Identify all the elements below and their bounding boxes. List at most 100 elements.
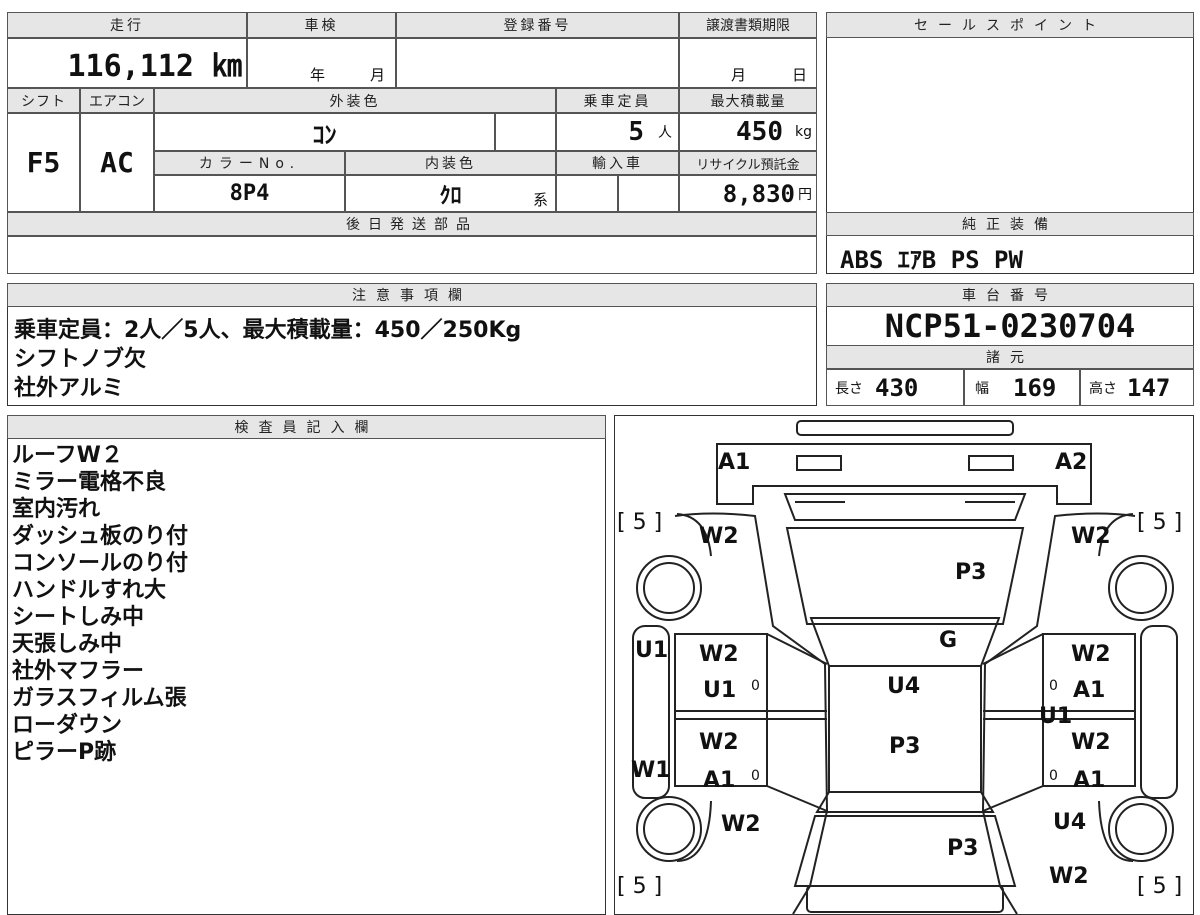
interior-value: ｸﾛ	[439, 183, 462, 209]
inspector-lines: ルーフW２ ミラー電格不良 室内汚れ ダッシュ板のり付 コンソールのり付 ハンド…	[12, 442, 188, 766]
interior-unit: 系	[533, 191, 549, 209]
inspector-line: ダッシュ板のり付	[12, 524, 189, 549]
later-parts-header: 後日発送部品	[7, 212, 817, 236]
later-parts-cell	[7, 236, 817, 274]
zero-marker: 0	[1049, 678, 1058, 694]
car-diagram-panel: A1 A2 [ 5 ] [ 5 ] W2 W2 P3 G U1 W2 W2 U1…	[614, 415, 1194, 915]
color-extra-cell	[495, 113, 556, 151]
damage-w2-front-right: W2	[1071, 524, 1111, 549]
height-value: 147	[1127, 373, 1171, 402]
mileage-cell: 116,112 ㎞	[7, 38, 247, 88]
import-cell-b	[618, 175, 679, 212]
inspector-header: 検査員記入欄	[7, 415, 606, 439]
import-cell-a	[556, 175, 618, 212]
recycle-value: 8,830	[722, 179, 795, 208]
inspector-line: シートしみ中	[12, 605, 145, 630]
inspector-line: ガラスフィルム張	[12, 686, 187, 711]
interior-cell: ｸﾛ	[345, 175, 556, 212]
zero-marker: 0	[751, 768, 760, 784]
width-value: 169	[1013, 373, 1057, 402]
damage-a1-right-front-door: A1	[1073, 678, 1106, 703]
damage-u4-roof: U4	[887, 674, 921, 699]
damage-w2-rear-left: W2	[721, 812, 761, 837]
capacity-unit: 人	[658, 125, 672, 141]
length-cell: 長さ 430	[826, 369, 964, 406]
zero-marker: 0	[751, 678, 760, 694]
damage-w2-right-front-door: W2	[1071, 642, 1111, 667]
notes-line-3: 社外アルミ	[14, 376, 124, 401]
transfer-deadline-header: 譲渡書類期限	[679, 12, 817, 38]
interior-header: 内装色	[345, 151, 556, 175]
tire-rear-left: [ 5 ]	[617, 874, 663, 899]
ac-value: AC	[100, 146, 134, 179]
recycle-unit: 円	[798, 186, 812, 203]
damage-a1-right-rear-door: A1	[1073, 768, 1106, 793]
registration-cell	[396, 38, 679, 88]
chassis-value: NCP51-0230704	[884, 307, 1136, 345]
notes-line-2: シフトノブ欠	[14, 347, 147, 372]
damage-a2-front-right: A2	[1055, 450, 1088, 475]
tire-front-left: [ 5 ]	[617, 510, 663, 535]
capacity-cell: 5 人	[556, 113, 679, 151]
zero-marker: 0	[1049, 768, 1058, 784]
inspector-line: 社外マフラー	[12, 659, 145, 684]
damage-p3-trunk: P3	[947, 836, 979, 861]
recycle-cell: 8,830 円	[679, 175, 817, 212]
color-header: 外装色	[154, 88, 556, 113]
damage-w2-right-rear-door: W2	[1071, 730, 1111, 755]
maxload-header: 最大積載量	[679, 88, 817, 113]
chassis-value-cell: NCP51-0230704	[826, 307, 1194, 345]
registration-header: 登録番号	[396, 12, 679, 38]
shift-value: F5	[26, 146, 61, 179]
notes-line-1: 乗車定員：2人／5人、最大積載量：450／250Kg	[14, 318, 522, 343]
damage-w1-left-sill: W1	[631, 758, 671, 783]
damage-p3-hood: P3	[955, 560, 987, 585]
colorno-cell: 8P4	[154, 175, 345, 212]
color-value: ｺﾝ	[312, 120, 337, 149]
inspector-line: コンソールのり付	[12, 551, 189, 576]
damage-u4-rear-right: U4	[1053, 810, 1087, 835]
tire-front-right: [ 5 ]	[1137, 510, 1183, 535]
import-header: 輸入車	[556, 151, 679, 175]
spec-header: 諸元	[826, 345, 1194, 369]
damage-a1-left-rear-door: A1	[703, 768, 736, 793]
damage-p3-roof: P3	[889, 734, 921, 759]
mileage-value: 116,112 ㎞	[67, 49, 243, 84]
inspector-line: 天張しみ中	[12, 632, 123, 657]
recycle-header: リサイクル預託金	[679, 151, 817, 175]
chassis-header: 車台番号	[826, 283, 1194, 307]
inspector-line: 室内汚れ	[12, 497, 101, 522]
damage-g-windshield: G	[939, 628, 958, 653]
ac-header: エアコン	[80, 88, 154, 113]
inspector-line: ミラー電格不良	[12, 470, 167, 495]
inspector-line: ローダウン	[12, 713, 123, 738]
sales-point-header: セールスポイント	[826, 12, 1194, 38]
length-label: 長さ	[835, 380, 863, 397]
transfer-day: 日	[792, 66, 808, 84]
maxload-cell: 450 kg	[679, 113, 817, 151]
notes-header: 注意事項欄	[7, 283, 817, 307]
damage-w2-left-front-door: W2	[699, 642, 739, 667]
capacity-header: 乗車定員	[556, 88, 679, 113]
capacity-value: 5	[628, 117, 644, 147]
shift-header: シフト	[7, 88, 80, 113]
transfer-month: 月	[731, 66, 747, 84]
mileage-header: 走行	[7, 12, 247, 38]
tire-rear-right: [ 5 ]	[1137, 874, 1183, 899]
damage-w2-rear-right: W2	[1049, 864, 1089, 889]
colorno-value: 8P4	[229, 181, 270, 206]
height-label: 高さ	[1089, 380, 1117, 397]
equipment-value: ABS ｴｱB PS PW	[840, 246, 1023, 274]
damage-u1-left-sill: U1	[635, 638, 669, 663]
inspection-month: 月	[370, 66, 386, 84]
damage-u1-right-center: U1	[1039, 704, 1073, 729]
inspector-line: ルーフW２	[12, 443, 123, 468]
length-value: 430	[875, 373, 919, 402]
maxload-unit: kg	[795, 124, 812, 140]
damage-u1-left-front-door: U1	[703, 678, 737, 703]
shift-cell: F5	[7, 113, 80, 212]
equipment-header: 純正装備	[826, 212, 1194, 236]
inspector-line: ピラーP跡	[12, 740, 117, 765]
damage-w2-front-left: W2	[699, 524, 739, 549]
inspection-header: 車検	[247, 12, 396, 38]
